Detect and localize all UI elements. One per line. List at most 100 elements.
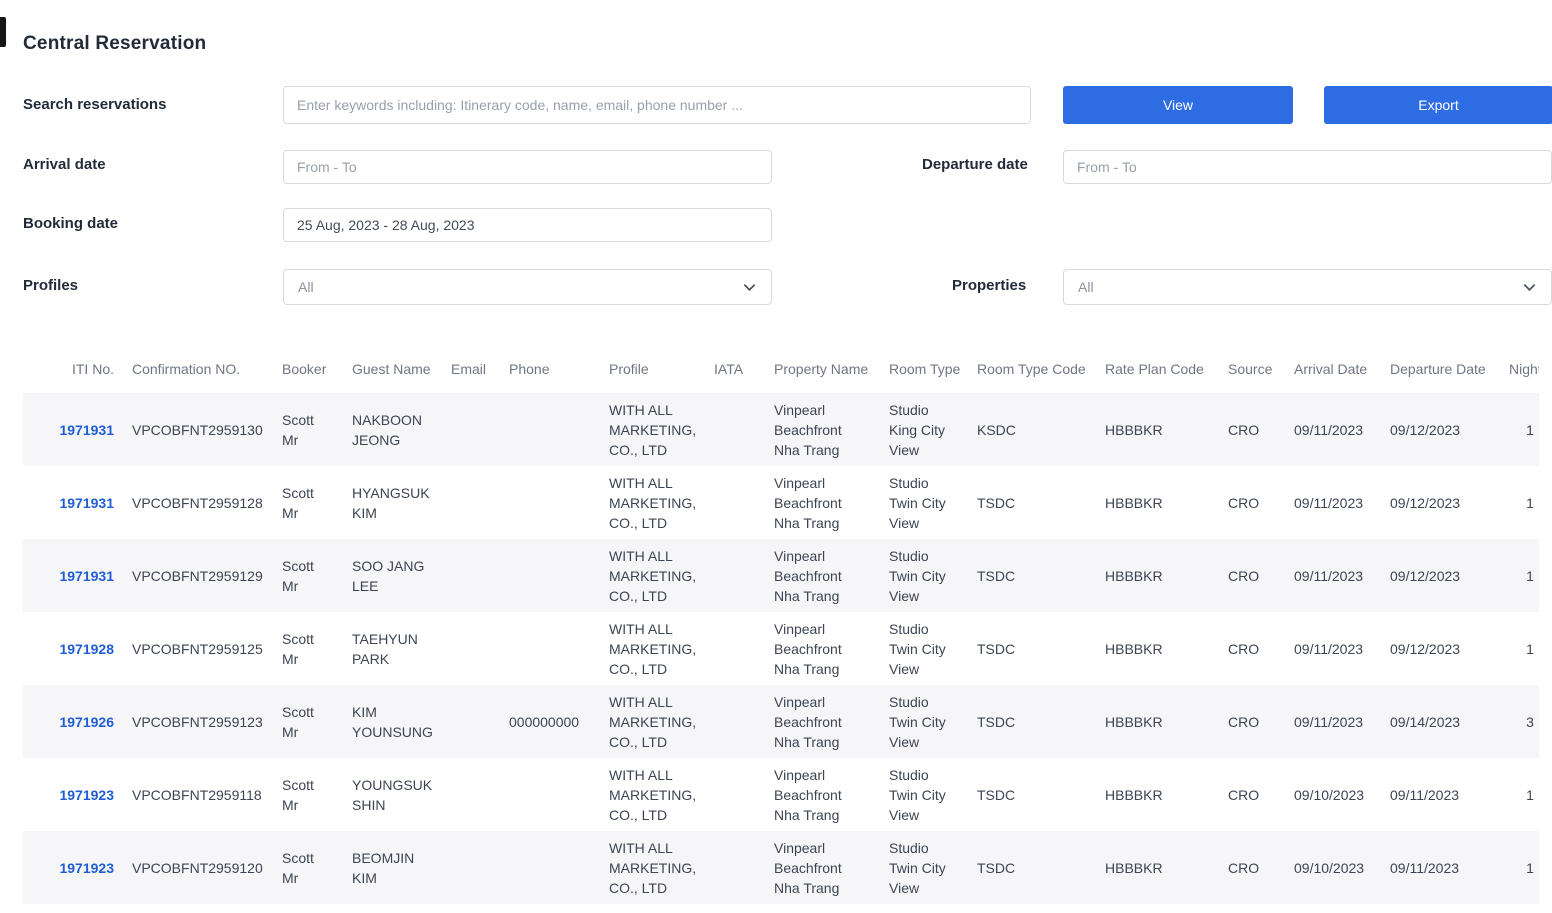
profile-cell: WITH ALL MARKETING, CO., LTD	[600, 393, 705, 466]
iti-no-link[interactable]: 1971931	[23, 393, 123, 466]
view-button[interactable]: View	[1063, 86, 1293, 124]
room-type-code-cell: TSDC	[968, 612, 1096, 685]
properties-selected-value: All	[1078, 279, 1094, 295]
property-name-text: Vinpearl Beachfront Nha Trang	[774, 765, 871, 825]
iti-no-link[interactable]: 1971923	[23, 831, 123, 904]
arrival-date-cell: 09/11/2023	[1285, 393, 1381, 466]
export-button[interactable]: Export	[1324, 86, 1552, 124]
arrival-date-input[interactable]	[283, 150, 772, 184]
column-header: Phone	[500, 345, 600, 393]
confirmation-no-text: VPCOBFNT2959118	[132, 785, 262, 805]
iti-no-text: 1971926	[59, 712, 114, 732]
iata-cell	[705, 466, 765, 539]
guest-name-cell: TAEHYUN PARK	[343, 612, 442, 685]
source-text: CRO	[1228, 639, 1259, 659]
search-reservations-label: Search reservations	[23, 96, 166, 113]
iti-no-link[interactable]: 1971926	[23, 685, 123, 758]
iata-cell	[705, 904, 765, 913]
column-header: Night	[1500, 345, 1539, 393]
night-cell: 1	[1500, 466, 1539, 539]
iti-no-link[interactable]: 1971928	[23, 612, 123, 685]
guest-name-cell: SOO JANG LEE	[343, 539, 442, 612]
property-name-text: Vinpearl Beachfront Nha Trang	[774, 473, 871, 533]
search-input[interactable]	[283, 86, 1031, 124]
iata-cell	[705, 539, 765, 612]
room-type-text: Studio Twin City View	[889, 619, 959, 679]
night-cell: 1	[1500, 758, 1539, 831]
rate-plan-code-text: HBBBKR	[1105, 493, 1163, 513]
night-cell	[1500, 904, 1539, 913]
profiles-select[interactable]: All	[283, 269, 772, 305]
departure-date-input[interactable]	[1063, 150, 1552, 184]
room-type-text: Studio Twin City View	[889, 765, 959, 825]
iti-no-link[interactable]	[23, 904, 123, 913]
source-cell: CRO	[1219, 466, 1285, 539]
property-name-cell: Vinpearl Beachfront Nha Trang	[765, 904, 880, 913]
table-body: 1971931 VPCOBFNT2959130 Scott Mr NAKBOON…	[23, 393, 1539, 913]
email-cell	[442, 904, 500, 913]
iti-no-link[interactable]: 1971923	[23, 758, 123, 831]
confirmation-no-cell: VPCOBFNT2959125	[123, 612, 273, 685]
column-header: Profile	[600, 345, 705, 393]
guest-name-text: HYANGSUK KIM	[352, 483, 433, 523]
room-type-code-text: TSDC	[977, 566, 1015, 586]
source-cell: CRO	[1219, 539, 1285, 612]
guest-name-cell: YOUNGSUK SHIN	[343, 758, 442, 831]
rate-plan-code-text: HBBBKR	[1105, 785, 1163, 805]
column-header: Room Type	[880, 345, 968, 393]
departure-date-cell	[1381, 904, 1500, 913]
source-cell: CRO	[1219, 758, 1285, 831]
confirmation-no-cell: VPCOBFNT2959123	[123, 685, 273, 758]
confirmation-no-cell: VPCOBFNT2959120	[123, 831, 273, 904]
guest-name-text: KIM YOUNSUNG	[352, 702, 433, 742]
departure-date-cell: 09/11/2023	[1381, 758, 1500, 831]
iti-no-link[interactable]: 1971931	[23, 466, 123, 539]
source-text: CRO	[1228, 785, 1259, 805]
room-type-text: Studio Twin City View	[889, 546, 959, 606]
source-cell: CRO	[1219, 393, 1285, 466]
column-header: Booker	[273, 345, 343, 393]
property-name-text: Vinpearl Beachfront Nha Trang	[774, 400, 871, 460]
guest-name-text: YOUNGSUK SHIN	[352, 775, 433, 815]
guest-name-cell: KIM YOUNSUNG	[343, 685, 442, 758]
profile-text: WITH ALL MARKETING, CO., LTD	[609, 546, 696, 606]
room-type-code-text: TSDC	[977, 493, 1015, 513]
departure-date-cell: 09/14/2023	[1381, 685, 1500, 758]
iata-cell	[705, 758, 765, 831]
night-text: 1	[1526, 493, 1534, 513]
confirmation-no-text: VPCOBFNT2959125	[132, 639, 263, 659]
confirmation-no-cell: VPCOBFNT2959130	[123, 393, 273, 466]
booking-date-input[interactable]	[283, 208, 772, 242]
iti-no-link[interactable]: 1971931	[23, 539, 123, 612]
table-row: 1971926 VPCOBFNT2959123 Scott Mr KIM YOU…	[23, 685, 1539, 758]
source-text: CRO	[1228, 712, 1259, 732]
night-text: 1	[1526, 420, 1534, 440]
arrival-date-text: 09/11/2023	[1294, 566, 1363, 586]
arrival-date-cell	[1285, 904, 1381, 913]
property-name-text: Vinpearl Beachfront Nha Trang	[774, 619, 871, 679]
property-name-text: Vinpearl Beachfront Nha Trang	[774, 546, 871, 606]
iti-no-text: 1971931	[59, 566, 114, 586]
departure-date-cell: 09/12/2023	[1381, 393, 1500, 466]
rate-plan-code-text: HBBBKR	[1105, 420, 1163, 440]
guest-name-text: BEOMJIN KIM	[352, 848, 433, 888]
table-header-row: ITI No.Confirmation NO.BookerGuest NameE…	[23, 345, 1539, 393]
departure-date-label: Departure date	[922, 156, 1028, 173]
room-type-cell: Studio Twin City View	[880, 904, 968, 913]
properties-label: Properties	[952, 277, 1026, 294]
iata-cell	[705, 612, 765, 685]
column-header: ITI No.	[23, 345, 123, 393]
confirmation-no-cell: VPCOBFNT2959118	[123, 758, 273, 831]
booker-text: Scott Mr	[282, 556, 334, 596]
property-name-cell: Vinpearl Beachfront Nha Trang	[765, 758, 880, 831]
phone-cell	[500, 831, 600, 904]
room-type-cell: Studio Twin City View	[880, 685, 968, 758]
column-header: Property Name	[765, 345, 880, 393]
rate-plan-code-cell: HBBBKR	[1096, 685, 1219, 758]
phone-cell	[500, 393, 600, 466]
properties-select[interactable]: All	[1063, 269, 1552, 305]
room-type-text: Studio King City View	[889, 400, 959, 460]
rate-plan-code-cell: HBBBKR	[1096, 393, 1219, 466]
iata-cell	[705, 831, 765, 904]
arrival-date-text: 09/10/2023	[1294, 858, 1364, 878]
